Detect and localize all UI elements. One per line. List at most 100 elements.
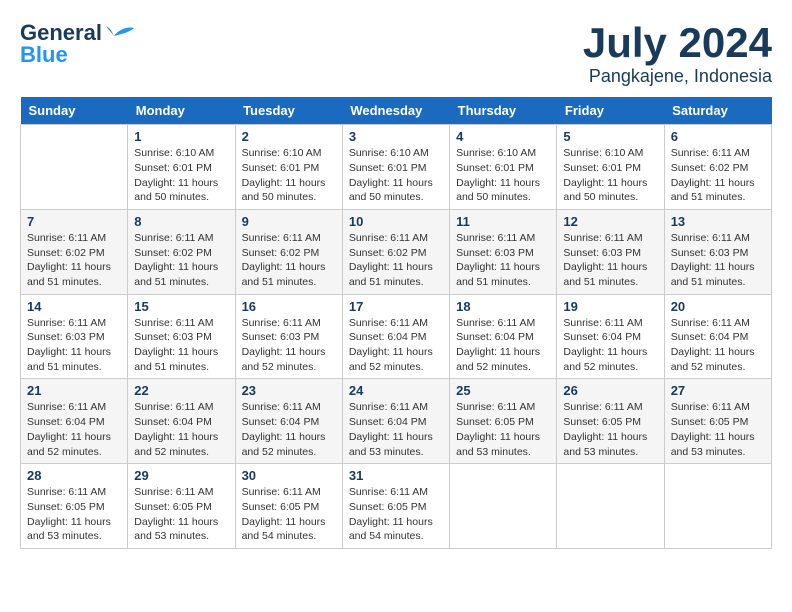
week-row-1: 7 Sunrise: 6:11 AM Sunset: 6:02 PM Daylig… (21, 209, 772, 294)
calendar-cell: 16 Sunrise: 6:11 AM Sunset: 6:03 PM Dayli… (235, 294, 342, 379)
day-number: 20 (671, 299, 765, 314)
calendar-cell: 28Sunrise: 6:11 AM Sunset: 6:05 PM Dayli… (21, 464, 128, 549)
day-number: 24 (349, 383, 443, 398)
calendar-cell: 7 Sunrise: 6:11 AM Sunset: 6:02 PM Daylig… (21, 209, 128, 294)
day-info: Sunrise: 6:11 AM Sunset: 6:02 PM Dayligh… (242, 231, 336, 290)
day-number: 1 (134, 129, 228, 144)
day-number: 27 (671, 383, 765, 398)
weekday-header-sunday: Sunday (21, 97, 128, 125)
logo: General Blue (20, 20, 136, 68)
calendar-body: 1 Sunrise: 6:10 AM Sunset: 6:01 PM Daylig… (21, 125, 772, 549)
day-info: Sunrise: 6:10 AM Sunset: 6:01 PM Dayligh… (349, 146, 443, 205)
week-row-0: 1 Sunrise: 6:10 AM Sunset: 6:01 PM Daylig… (21, 125, 772, 210)
calendar-cell: 12 Sunrise: 6:11 AM Sunset: 6:03 PM Dayli… (557, 209, 664, 294)
calendar-cell (450, 464, 557, 549)
weekday-header-wednesday: Wednesday (342, 97, 449, 125)
day-info: Sunrise: 6:11 AM Sunset: 6:05 PM Dayligh… (671, 400, 765, 459)
day-number: 10 (349, 214, 443, 229)
day-info: Sunrise: 6:11 AM Sunset: 6:03 PM Dayligh… (27, 316, 121, 375)
day-number: 11 (456, 214, 550, 229)
calendar-cell: 21 Sunrise: 6:11 AM Sunset: 6:04 PM Dayli… (21, 379, 128, 464)
calendar-cell: 11 Sunrise: 6:11 AM Sunset: 6:03 PM Dayli… (450, 209, 557, 294)
calendar-cell: 26Sunrise: 6:11 AM Sunset: 6:05 PM Dayli… (557, 379, 664, 464)
calendar-cell: 1 Sunrise: 6:10 AM Sunset: 6:01 PM Daylig… (128, 125, 235, 210)
calendar-cell: 4 Sunrise: 6:10 AM Sunset: 6:01 PM Daylig… (450, 125, 557, 210)
day-number: 13 (671, 214, 765, 229)
calendar-cell: 8 Sunrise: 6:11 AM Sunset: 6:02 PM Daylig… (128, 209, 235, 294)
weekday-header-thursday: Thursday (450, 97, 557, 125)
logo-bird-icon (104, 22, 136, 44)
day-info: Sunrise: 6:10 AM Sunset: 6:01 PM Dayligh… (456, 146, 550, 205)
calendar-cell: 31 Sunrise: 6:11 AM Sunset: 6:05 PM Dayli… (342, 464, 449, 549)
day-info: Sunrise: 6:10 AM Sunset: 6:01 PM Dayligh… (242, 146, 336, 205)
calendar-cell: 3 Sunrise: 6:10 AM Sunset: 6:01 PM Daylig… (342, 125, 449, 210)
calendar-cell: 10 Sunrise: 6:11 AM Sunset: 6:02 PM Dayli… (342, 209, 449, 294)
day-number: 14 (27, 299, 121, 314)
calendar-cell: 23 Sunrise: 6:11 AM Sunset: 6:04 PM Dayli… (235, 379, 342, 464)
day-info: Sunrise: 6:11 AM Sunset: 6:04 PM Dayligh… (456, 316, 550, 375)
weekday-header-monday: Monday (128, 97, 235, 125)
day-info: Sunrise: 6:11 AM Sunset: 6:03 PM Dayligh… (456, 231, 550, 290)
day-info: Sunrise: 6:11 AM Sunset: 6:04 PM Dayligh… (349, 400, 443, 459)
day-info: Sunrise: 6:11 AM Sunset: 6:04 PM Dayligh… (242, 400, 336, 459)
calendar-cell: 13 Sunrise: 6:11 AM Sunset: 6:03 PM Dayli… (664, 209, 771, 294)
day-number: 8 (134, 214, 228, 229)
page-header: General Blue July 2024 Pangkajene, Indon… (20, 20, 772, 87)
calendar-cell: 2 Sunrise: 6:10 AM Sunset: 6:01 PM Daylig… (235, 125, 342, 210)
day-info: Sunrise: 6:11 AM Sunset: 6:03 PM Dayligh… (563, 231, 657, 290)
day-info: Sunrise: 6:11 AM Sunset: 6:02 PM Dayligh… (349, 231, 443, 290)
day-info: Sunrise: 6:10 AM Sunset: 6:01 PM Dayligh… (134, 146, 228, 205)
calendar-cell: 25Sunrise: 6:11 AM Sunset: 6:05 PM Dayli… (450, 379, 557, 464)
calendar-cell: 17 Sunrise: 6:11 AM Sunset: 6:04 PM Dayli… (342, 294, 449, 379)
day-info: Sunrise: 6:11 AM Sunset: 6:04 PM Dayligh… (671, 316, 765, 375)
day-number: 3 (349, 129, 443, 144)
day-info: Sunrise: 6:11 AM Sunset: 6:02 PM Dayligh… (27, 231, 121, 290)
calendar-cell (557, 464, 664, 549)
month-title: July 2024 (583, 20, 772, 66)
day-number: 15 (134, 299, 228, 314)
day-number: 22 (134, 383, 228, 398)
day-number: 7 (27, 214, 121, 229)
day-info: Sunrise: 6:11 AM Sunset: 6:03 PM Dayligh… (134, 316, 228, 375)
day-number: 2 (242, 129, 336, 144)
weekday-header-saturday: Saturday (664, 97, 771, 125)
day-number: 4 (456, 129, 550, 144)
weekday-header-row: SundayMondayTuesdayWednesdayThursdayFrid… (21, 97, 772, 125)
calendar-cell: 27 Sunrise: 6:11 AM Sunset: 6:05 PM Dayli… (664, 379, 771, 464)
day-number: 28 (27, 468, 121, 483)
calendar-cell: 6 Sunrise: 6:11 AM Sunset: 6:02 PM Daylig… (664, 125, 771, 210)
day-number: 31 (349, 468, 443, 483)
day-info: Sunrise: 6:11 AM Sunset: 6:03 PM Dayligh… (242, 316, 336, 375)
day-number: 29 (134, 468, 228, 483)
week-row-4: 28 Sunrise: 6:11 AM Sunset: 6:05 PM Dayli… (21, 464, 772, 549)
day-info: Sunrise: 6:11 AM Sunset: 6:04 PM Dayligh… (134, 400, 228, 459)
calendar-cell: 5Sunrise: 6:10 AM Sunset: 6:01 PM Daylig… (557, 125, 664, 210)
title-area: July 2024 Pangkajene, Indonesia (583, 20, 772, 87)
calendar-cell: 19Sunrise: 6:11 AM Sunset: 6:04 PM Dayli… (557, 294, 664, 379)
day-number: 18 (456, 299, 550, 314)
day-info: Sunrise: 6:11 AM Sunset: 6:05 PM Dayligh… (242, 485, 336, 544)
day-info: Sunrise: 6:11 AM Sunset: 6:03 PM Dayligh… (671, 231, 765, 290)
day-number: 23 (242, 383, 336, 398)
calendar-cell: 30Sunrise: 6:11 AM Sunset: 6:05 PM Dayli… (235, 464, 342, 549)
calendar-cell: 9Sunrise: 6:11 AM Sunset: 6:02 PM Daylig… (235, 209, 342, 294)
day-number: 26 (563, 383, 657, 398)
day-info: Sunrise: 6:11 AM Sunset: 6:04 PM Dayligh… (27, 400, 121, 459)
calendar-cell (21, 125, 128, 210)
day-info: Sunrise: 6:11 AM Sunset: 6:05 PM Dayligh… (349, 485, 443, 544)
day-info: Sunrise: 6:11 AM Sunset: 6:05 PM Dayligh… (134, 485, 228, 544)
day-number: 12 (563, 214, 657, 229)
calendar-cell: 15 Sunrise: 6:11 AM Sunset: 6:03 PM Dayli… (128, 294, 235, 379)
calendar-table: SundayMondayTuesdayWednesdayThursdayFrid… (20, 97, 772, 549)
location-title: Pangkajene, Indonesia (583, 66, 772, 87)
day-info: Sunrise: 6:11 AM Sunset: 6:02 PM Dayligh… (671, 146, 765, 205)
day-number: 6 (671, 129, 765, 144)
day-info: Sunrise: 6:11 AM Sunset: 6:02 PM Dayligh… (134, 231, 228, 290)
day-number: 16 (242, 299, 336, 314)
day-number: 25 (456, 383, 550, 398)
day-number: 17 (349, 299, 443, 314)
day-info: Sunrise: 6:11 AM Sunset: 6:04 PM Dayligh… (349, 316, 443, 375)
weekday-header-tuesday: Tuesday (235, 97, 342, 125)
day-number: 21 (27, 383, 121, 398)
week-row-3: 21 Sunrise: 6:11 AM Sunset: 6:04 PM Dayli… (21, 379, 772, 464)
